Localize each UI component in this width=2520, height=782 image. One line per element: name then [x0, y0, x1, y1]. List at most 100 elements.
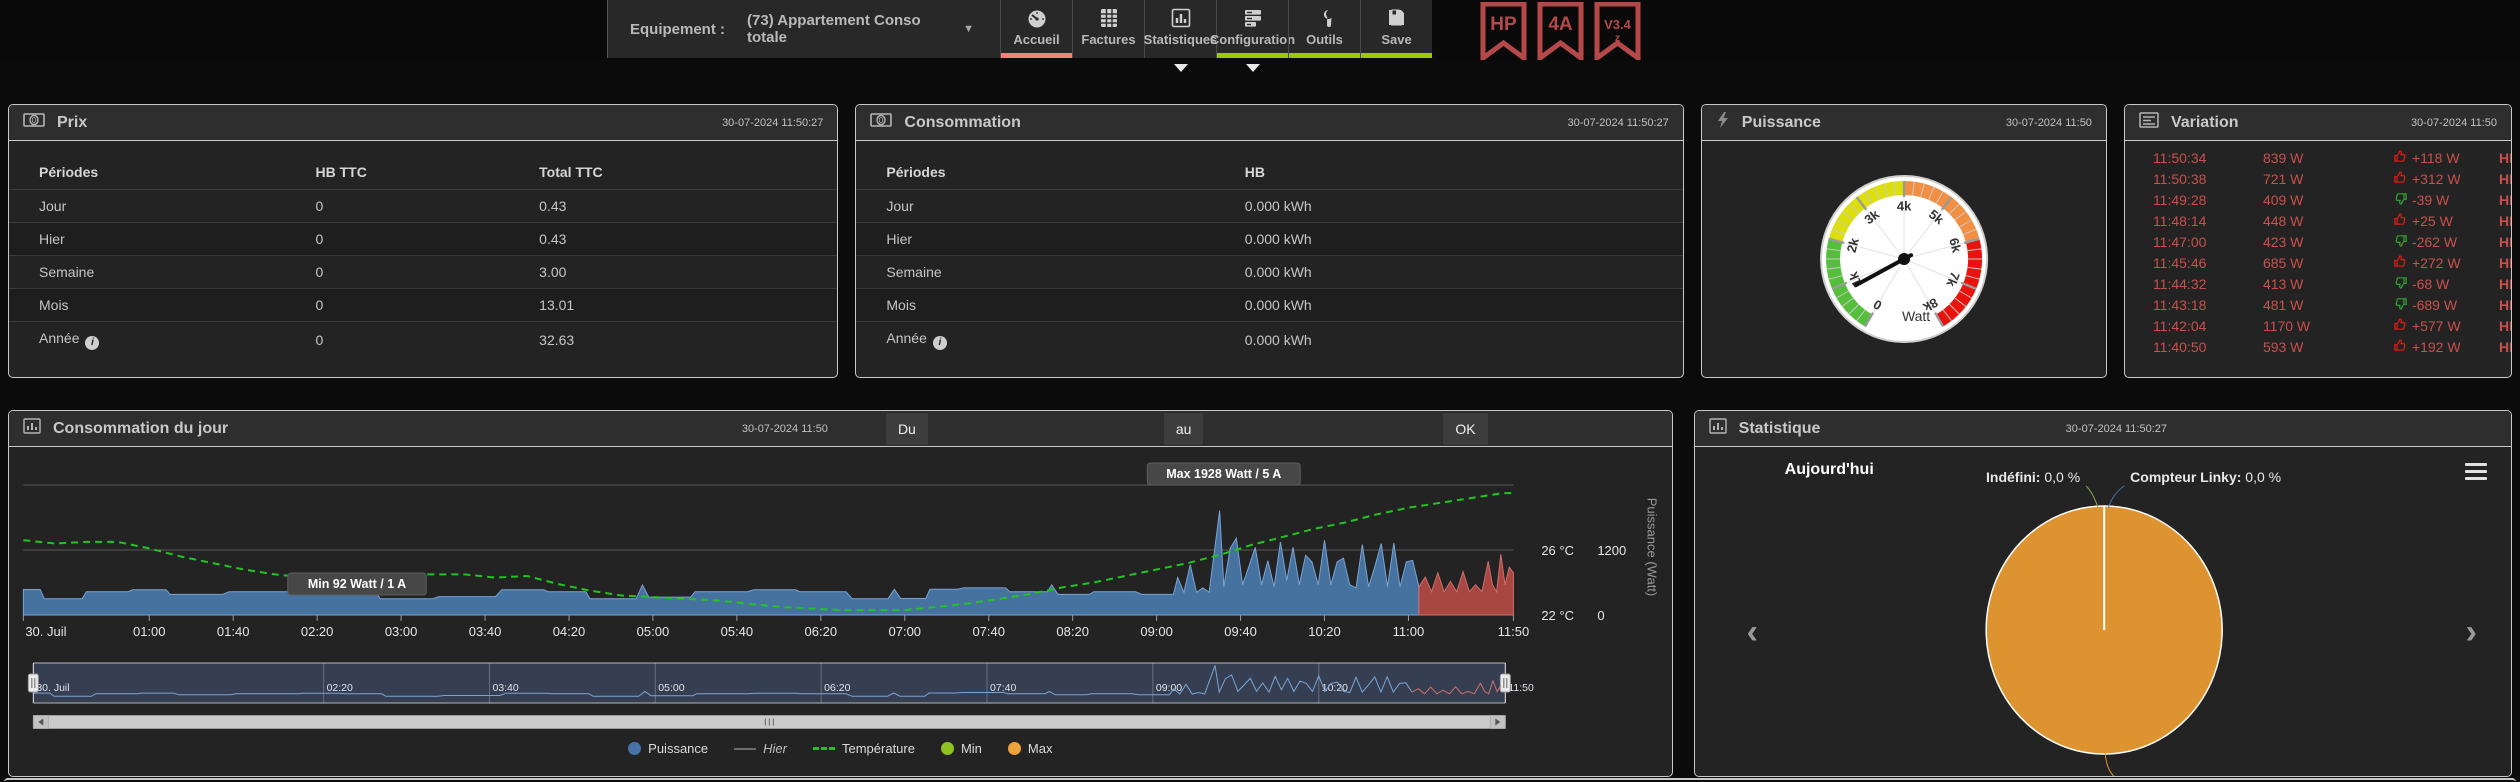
- variation-delta: +312 W: [2367, 170, 2499, 188]
- scrollbar-left-arrow[interactable]: [33, 716, 48, 729]
- bar-chart-icon: [1171, 8, 1191, 28]
- legend-item-min[interactable]: Min: [941, 741, 982, 756]
- consommation-panel: 0 Consommation 30-07-2024 11:50:27 Pério…: [855, 104, 1683, 378]
- menu-item-accueil[interactable]: Accueil: [1000, 0, 1072, 58]
- period-cell: Hier: [9, 223, 316, 256]
- svg-text:Puissance (Watt): Puissance (Watt): [1644, 498, 1659, 597]
- hb-cell: 0: [316, 223, 540, 256]
- variation-delta: +118 W: [2367, 149, 2499, 167]
- dropdown-caret-icon[interactable]: [1246, 64, 1260, 72]
- lightning-icon: [1716, 111, 1730, 134]
- legend-marker-icon: [1008, 742, 1021, 755]
- hb-cell: 0: [316, 190, 540, 223]
- legend-label: Température: [842, 741, 915, 756]
- svg-text:07:00: 07:00: [889, 624, 922, 639]
- legend-item-puissance[interactable]: Puissance: [628, 741, 708, 756]
- period-cell: Jour: [9, 190, 316, 223]
- menu-item-label: Configuration: [1210, 32, 1295, 47]
- variation-panel-header: Variation 30-07-2024 11:50: [2125, 105, 2511, 141]
- variation-tarif: HP: [2499, 234, 2512, 250]
- active-underline: [1289, 53, 1360, 58]
- table-row: Mois0.000 kWh: [856, 289, 1682, 322]
- panel-timestamp: 30-07-2024 11:50: [742, 423, 828, 435]
- variation-watts: 413 W: [2249, 276, 2367, 292]
- period-cell: Annéei: [9, 322, 316, 358]
- legend-item-max[interactable]: Max: [1008, 741, 1053, 756]
- total-cell: 32.63: [539, 322, 837, 358]
- legend-item-hier[interactable]: Hier: [734, 741, 787, 756]
- variation-delta: -689 W: [2367, 296, 2499, 314]
- variation-tarif: HP: [2499, 213, 2512, 229]
- table-row: Mois013.01: [9, 289, 837, 322]
- thumb-down-icon: [2393, 191, 2408, 209]
- consommation-du-jour-header: Consommation du jour 30-07-2024 11:50 Du…: [9, 411, 1672, 447]
- legend-label: Max: [1028, 741, 1053, 756]
- variation-tarif: HP: [2499, 171, 2512, 187]
- variation-watts: 593 W: [2249, 339, 2367, 355]
- table-row: Annéei032.63: [9, 322, 837, 358]
- chart-navigator[interactable]: 30. Juil02:2003:4005:0006:2007:4009:0010…: [9, 659, 1672, 709]
- menu-item-save[interactable]: Save: [1360, 0, 1432, 58]
- gauge-icon: [1026, 8, 1048, 28]
- variation-row: 11:45:46685 W+272 WHP: [2125, 252, 2511, 273]
- svg-text:4k: 4k: [1897, 198, 1912, 213]
- legend-label: Min: [961, 741, 982, 756]
- table-row: Jour0.000 kWh: [856, 190, 1682, 223]
- chart-scrollbar[interactable]: [9, 714, 1672, 730]
- variation-time: 11:45:46: [2153, 255, 2249, 271]
- column-header: HB: [1245, 155, 1683, 190]
- chevron-down-icon: ▼: [963, 23, 974, 35]
- au-button[interactable]: au: [1164, 413, 1204, 445]
- consommation-du-jour-panel: Consommation du jour 30-07-2024 11:50 Du…: [8, 410, 1673, 777]
- hb-cell: 0.000 kWh: [1245, 256, 1683, 289]
- hb-cell: 0: [316, 322, 540, 358]
- menu-item-outils[interactable]: Outils: [1288, 0, 1360, 58]
- total-cell: 0.43: [539, 190, 837, 223]
- panel-timestamp: 30-07-2024 11:50:27: [1567, 117, 1668, 129]
- consommation-table: PériodesHBJour0.000 kWhHier0.000 kWhSema…: [856, 155, 1682, 358]
- svg-text:11:50: 11:50: [1498, 624, 1530, 639]
- menu-item-configuration[interactable]: Configuration: [1216, 0, 1288, 58]
- column-header: Périodes: [856, 155, 1244, 190]
- menu-item-factures[interactable]: Factures: [1072, 0, 1144, 58]
- variation-time: 11:43:18: [2153, 297, 2249, 313]
- du-button[interactable]: Du: [886, 413, 928, 445]
- variation-row: 11:40:50593 W+192 WHP: [2125, 336, 2511, 357]
- ribbon-badge-hp: HP: [1480, 2, 1527, 60]
- list-icon: [2139, 112, 2159, 133]
- panel-timestamp: 30-07-2024 11:50: [2006, 117, 2092, 129]
- active-underline: [1001, 53, 1072, 58]
- prix-panel: 0 Prix 30-07-2024 11:50:27 PériodesHB TT…: [8, 104, 838, 378]
- statistique-pie-chart: Indéfini: 0,0 %Compteur Linky: 0,0 %Cons…: [1695, 447, 2511, 777]
- legend-item-temperature[interactable]: Température: [813, 741, 915, 756]
- legend-marker-icon: [628, 742, 641, 755]
- period-cell: Jour: [856, 190, 1244, 223]
- navigator-handle[interactable]: [1500, 674, 1510, 692]
- dropdown-caret-icon[interactable]: [1174, 64, 1188, 72]
- info-icon[interactable]: i: [85, 336, 99, 350]
- navigator-handle[interactable]: [28, 674, 38, 692]
- menu-item-statistiques[interactable]: Statistiques: [1144, 0, 1216, 58]
- carousel-next-button[interactable]: ›: [2466, 615, 2477, 649]
- equipment-selector[interactable]: Equipement : (73) Appartement Conso tota…: [608, 0, 1000, 58]
- svg-text:26 °C: 26 °C: [1541, 543, 1574, 558]
- puissance-panel: Puissance 30-07-2024 11:50 01k2k3k4k5k6k…: [1701, 104, 2107, 378]
- svg-text:02:20: 02:20: [327, 682, 353, 694]
- info-icon[interactable]: i: [933, 336, 947, 350]
- chart-context-menu-icon[interactable]: [2465, 463, 2487, 480]
- day-power-chart: 30. Juil01:0001:4002:2003:0003:4004:2005…: [9, 447, 1672, 654]
- variation-row: 11:48:14448 W+25 WHP: [2125, 210, 2511, 231]
- legend-marker-icon: [941, 742, 954, 755]
- period-cell: Mois: [9, 289, 316, 322]
- svg-text:30. Juil: 30. Juil: [36, 682, 69, 694]
- ok-button[interactable]: OK: [1443, 413, 1487, 445]
- column-header: Total TTC: [539, 155, 837, 190]
- variation-tarif: HP: [2499, 339, 2512, 355]
- variation-tarif: HP: [2499, 318, 2512, 334]
- variation-watts: 481 W: [2249, 297, 2367, 313]
- variation-delta: +577 W: [2367, 317, 2499, 335]
- scrollbar-right-arrow[interactable]: [1490, 716, 1505, 729]
- carousel-prev-button[interactable]: ‹: [1747, 615, 1758, 649]
- floppy-icon: [1387, 8, 1406, 28]
- period-cell: Hier: [856, 223, 1244, 256]
